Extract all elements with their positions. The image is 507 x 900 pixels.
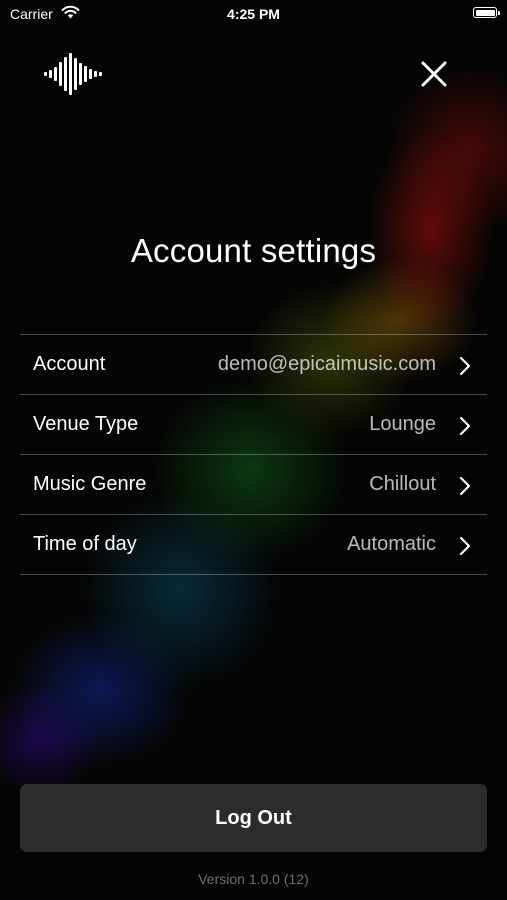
row-label: Music Genre (33, 473, 147, 495)
page-title: Account settings (130, 232, 377, 269)
row-label: Time of day (33, 533, 137, 555)
waveform-logo-icon (42, 52, 104, 101)
settings-list: Account demo@epicaimusic.com Venue Type … (20, 334, 487, 575)
battery-icon (473, 7, 500, 18)
settings-row-venue-type[interactable]: Venue Type Lounge (20, 395, 487, 455)
settings-row-music-genre[interactable]: Music Genre Chillout (20, 455, 487, 515)
row-value: Automatic (347, 533, 436, 555)
row-value: Lounge (369, 413, 436, 435)
status-time: 4:25 PM (227, 6, 280, 22)
row-label: Venue Type (33, 413, 139, 435)
status-bar: Carrier 4:25 PM (0, 0, 507, 28)
close-icon (421, 61, 447, 87)
log-out-button[interactable]: Log Out (20, 784, 487, 852)
row-value: Chillout (369, 473, 436, 495)
chevron-right-icon (459, 536, 471, 561)
chevron-right-icon (459, 476, 471, 501)
settings-row-time-of-day[interactable]: Time of day Automatic (20, 515, 487, 575)
close-button[interactable] (418, 58, 450, 90)
row-label: Account (33, 353, 106, 375)
row-value: demo@epicaimusic.com (217, 353, 436, 375)
settings-row-account[interactable]: Account demo@epicaimusic.com (20, 335, 487, 395)
chevron-right-icon (459, 416, 471, 441)
chevron-right-icon (459, 356, 471, 381)
version-label: Version 1.0.0 (12) (198, 871, 309, 887)
